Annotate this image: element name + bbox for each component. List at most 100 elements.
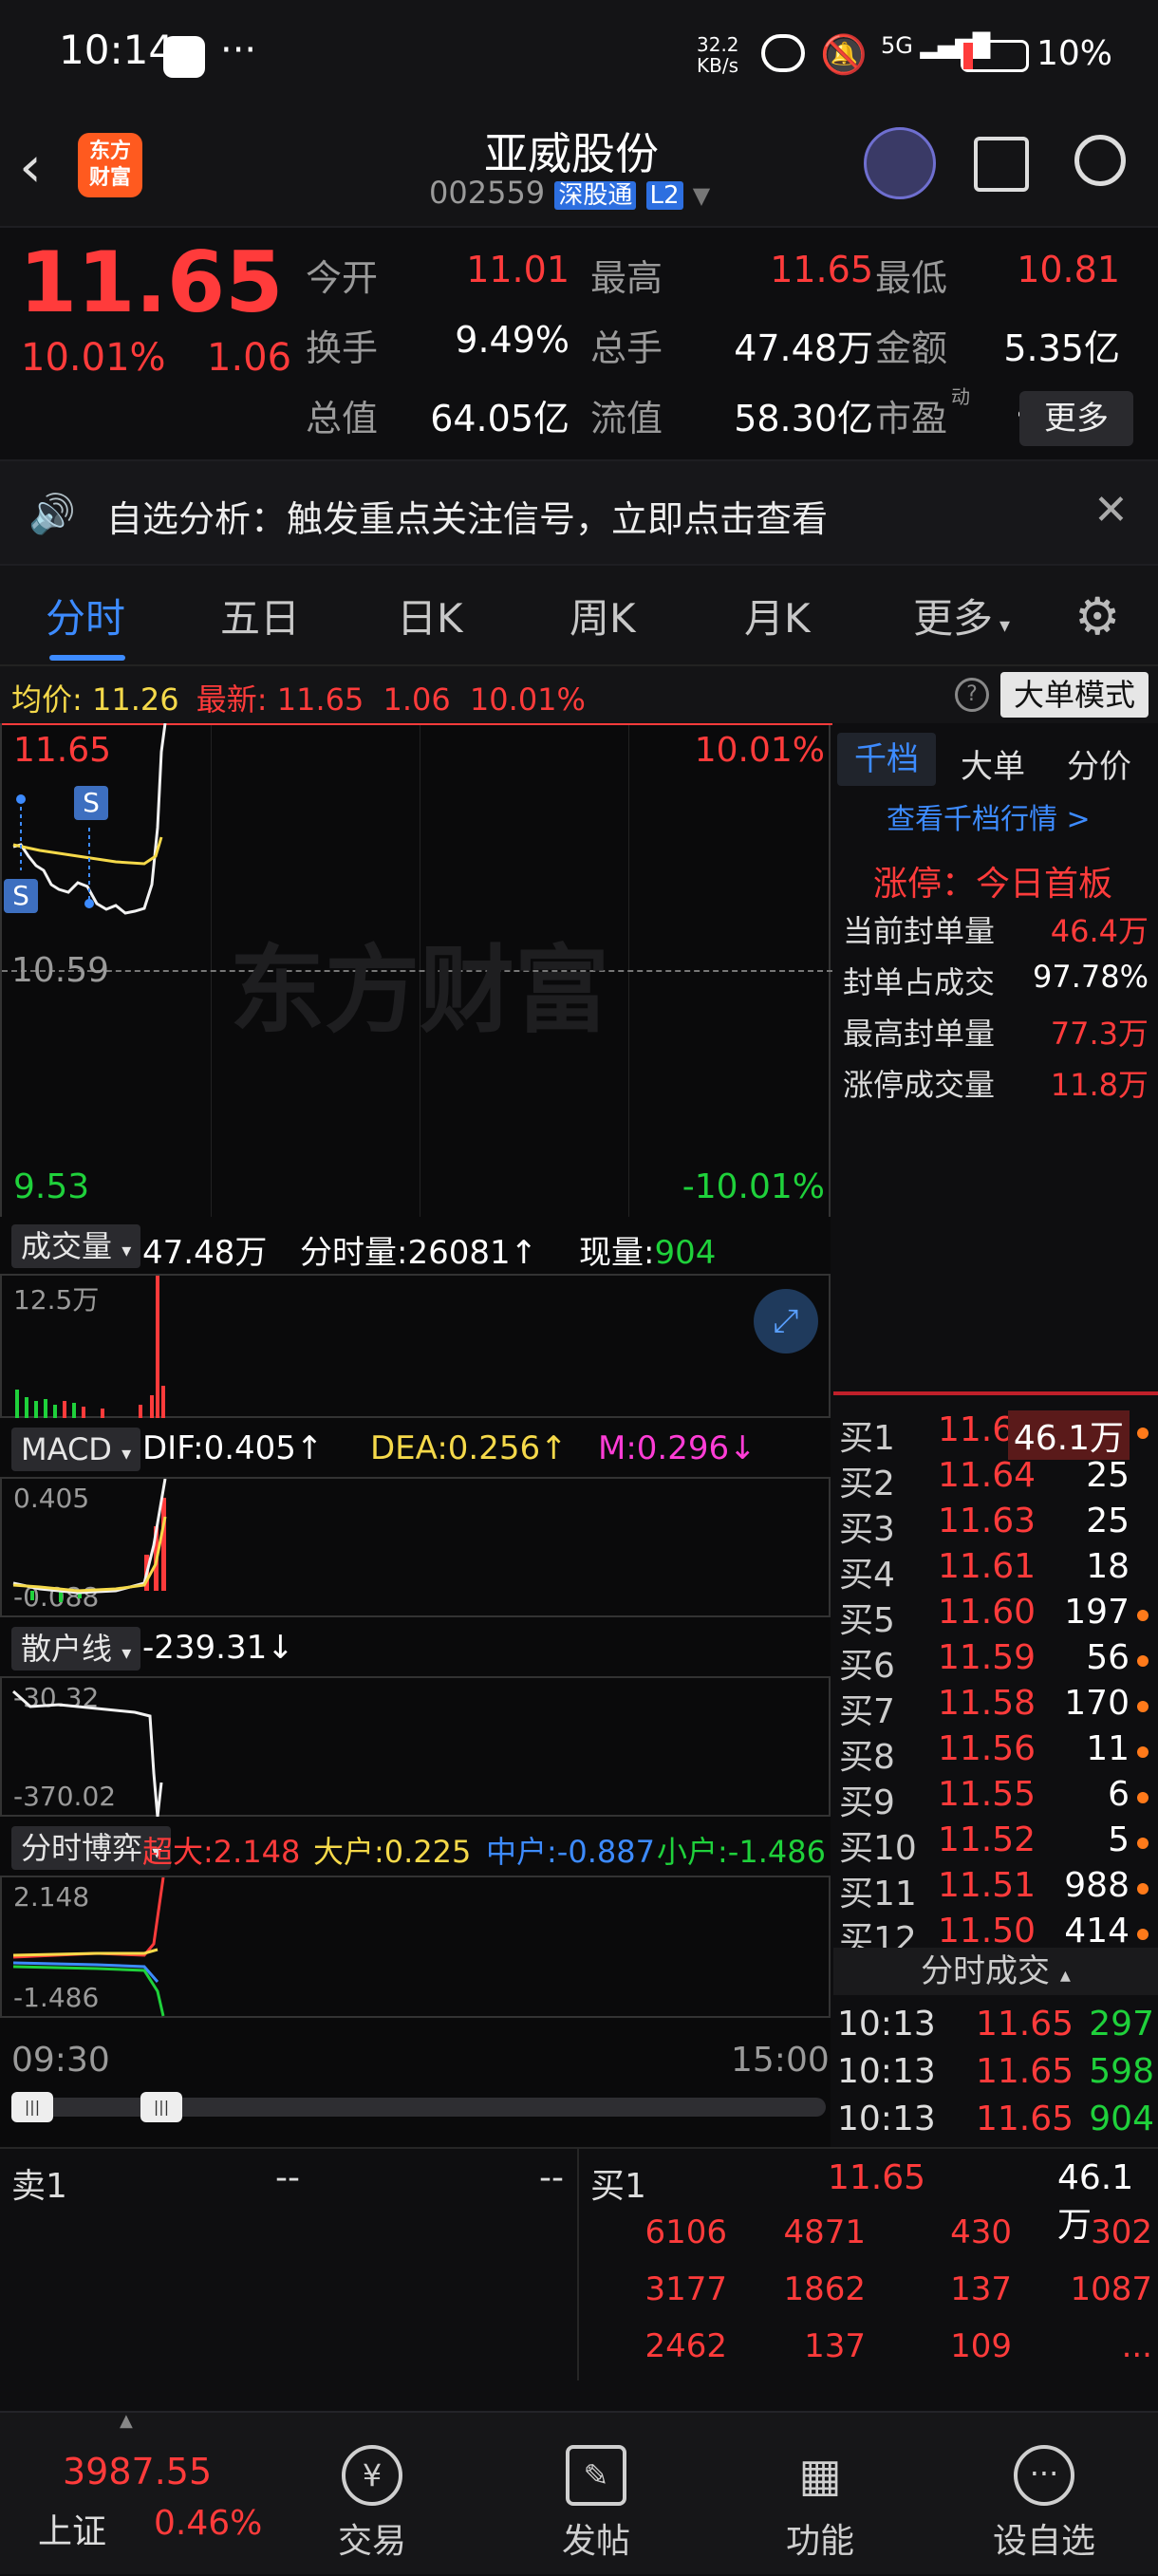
queue-cell: 3177 [644,2270,727,2308]
change-amount: 1.06 [207,336,292,380]
speaker-icon: 🔊 [28,493,76,536]
order-dot-icon [1137,1929,1149,1940]
intraday-chart-area[interactable]: 东方财富 11.65 10.01% 10.59 9.53 -10.01% S S… [0,723,832,2147]
bid-price: 11.55 [938,1775,1037,1814]
order-dot-icon [1137,1883,1149,1895]
tab-more[interactable]: 更多 ▾ [913,587,1010,644]
bid-row[interactable]: 买5 11.60 197 [833,1593,1158,1640]
change-percent: 10.01% [21,336,166,380]
back-icon[interactable]: ‹ [19,139,42,196]
scroll-handle-left[interactable]: ||| [11,2092,53,2122]
bid-row[interactable]: 买11 11.51 988 [833,1866,1158,1913]
bid-row[interactable]: 买3 11.63 25 [833,1502,1158,1549]
game-super: 超大:2.148 [142,1834,301,1870]
tab-weekly-k[interactable]: 周K [570,587,636,644]
queue-cell: 1862 [783,2270,866,2308]
time-end: 15:00 [731,2041,830,2080]
nav-functions[interactable]: ▦ 功能 [725,2422,915,2563]
game-mid: 中户:-0.887 [486,1834,655,1870]
tab-daily-k[interactable]: 日K [397,587,463,644]
volume-bars [15,1276,165,1418]
price-summary-bar: 均价: 11.26 最新: 11.65 1.06 10.01% ? 大单模式 [0,664,1158,723]
robot-assistant-icon[interactable] [864,127,936,199]
bid-row[interactable]: 买10 11.52 5 [833,1820,1158,1868]
scroll-handle-right[interactable]: ||| [140,2092,182,2122]
stock-code-line[interactable]: 002559 深股通 L2 ▼ [429,175,710,211]
expand-icon[interactable]: ⤢ [754,1289,818,1353]
tab-price-dist[interactable]: 分价 [1067,740,1131,787]
quote-field-value: 47.48万 [734,327,873,369]
status-bar: 10:14 ··· 32.2 KB/s 🔕 5G ▂▄▆█ 10% [0,0,1158,112]
bid-volume: 18 [1086,1547,1130,1586]
big-order-mode-button[interactable]: 大单模式 [1000,672,1149,718]
tab-five-day[interactable]: 五日 [220,587,300,644]
sell-signal-marker[interactable]: S [74,786,108,820]
bid-volume: 46.1万 [1007,1410,1130,1460]
buy-signal-marker[interactable]: S [4,879,38,913]
tab-monthly-k[interactable]: 月K [744,587,811,644]
volume-selector[interactable]: 成交量 ▾ [11,1224,141,1268]
bid-price: 11.56 [938,1729,1037,1768]
more-button[interactable]: 更多 [1019,391,1133,446]
price-panel: 东方财富 11.65 10.01% 10.59 9.53 -10.01% S S [0,723,832,1217]
search-icon[interactable] [1074,135,1126,186]
avg-price: 11.26 [91,681,179,718]
nav-post[interactable]: ✎ 发帖 [501,2422,691,2563]
tab-big-order[interactable]: 大单 [961,740,1025,787]
stock-header: ‹ 东方 财富 亚威股份 002559 深股通 L2 ▼ [0,112,1158,228]
time-start: 09:30 [11,2041,110,2080]
trade-row: 10:13 11.65 598 [833,2052,1158,2098]
nav-add-watchlist[interactable]: ··· 设自选 [949,2422,1139,2563]
trade-row: 10:13 11.65 297 [833,2005,1158,2050]
trades-header[interactable]: 分时成交 ▴ [833,1948,1158,1995]
battery-percent: 10% [1037,34,1113,73]
alert-banner[interactable]: 🔊 自选分析：触发重点关注信号，立即点击查看 ✕ [0,459,1158,566]
bid-level: 买7 [839,1692,895,1731]
order-dot-icon [1137,1746,1149,1758]
retail-selector[interactable]: 散户线 ▾ [11,1627,141,1671]
bid-volume: 197 [1064,1593,1130,1632]
order-dot-icon [1137,1792,1149,1803]
macd-selector[interactable]: MACD ▾ [11,1428,141,1471]
bid-row[interactable]: 买4 11.61 18 [833,1547,1158,1595]
bid-row[interactable]: 买1 11.65 46.1万 [833,1410,1158,1460]
last-value: 11.65 [276,681,364,718]
bid-row[interactable]: 买8 11.56 11 [833,1729,1158,1777]
bid-price: 11.59 [938,1638,1037,1677]
bid-row[interactable]: 买6 11.59 56 [833,1638,1158,1686]
seal-stat-value: 77.3万 [1050,1016,1149,1052]
macd-dif: DIF:0.405↑ [142,1429,324,1467]
bid-volume: 988 [1064,1866,1130,1905]
retail-header: 散户线 ▾ -239.31↓ [0,1623,831,1676]
settings-gear-icon[interactable]: ⚙ [1074,587,1120,646]
bid-row[interactable]: 买7 11.58 170 [833,1684,1158,1731]
thousand-link[interactable]: 查看千档行情 > [887,795,1091,837]
last-label: 最新: [196,681,268,718]
sell1-price: -- [275,2158,300,2197]
index-ticker[interactable]: ▲ 3987.55 上证 0.46% [0,2411,275,2576]
tab-intraday[interactable]: 分时 [46,587,125,644]
bid-level: 买4 [839,1556,895,1595]
index-name: 上证 [38,2512,107,2551]
stock-code: 002559 [429,175,546,211]
seal-stat-label: 当前封单量 [843,913,996,949]
seal-stat-label: 最高封单量 [843,1016,996,1052]
quote-field-label: 流值 [590,398,663,439]
bid-row[interactable]: 买9 11.55 6 [833,1775,1158,1822]
macd-header: MACD ▾ DIF:0.405↑ DEA:0.256↑ M:0.296↓ [0,1424,831,1477]
trade-price: 11.65 [976,2052,1074,2091]
quote-field-label: 最低 [875,257,948,299]
chart-scrollbar[interactable]: ||| ||| [11,2092,826,2122]
help-icon[interactable]: ? [955,678,989,712]
nav-trade[interactable]: ¥ 交易 [277,2422,467,2563]
app-logo: 东方 财富 [78,133,142,197]
tab-thousand[interactable]: 千档 [837,733,936,786]
quote-field-value: 11.01 [466,249,570,290]
last-price: 11.65 [19,233,284,331]
quote-field-label: 最高 [590,257,663,299]
close-icon[interactable]: ✕ [1093,486,1129,534]
quote-field-label: 今开 [306,257,379,299]
share-icon[interactable] [974,137,1029,192]
yen-cycle-icon: ¥ [342,2445,402,2506]
bid-row[interactable]: 买2 11.64 25 [833,1456,1158,1503]
